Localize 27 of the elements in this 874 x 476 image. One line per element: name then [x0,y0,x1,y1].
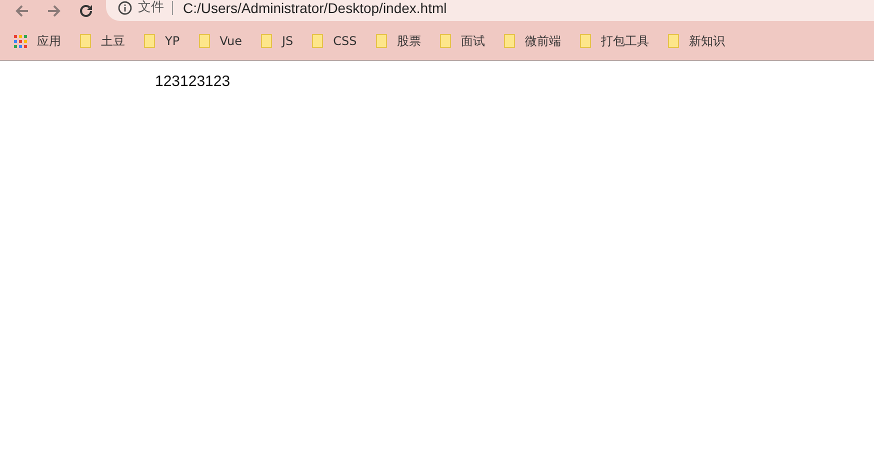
address-bar[interactable]: 文件 C:/Users/Administrator/Desktop/index.html [106,0,874,21]
bookmark-icon [260,34,272,48]
url-text: C:/Users/Administrator/Desktop/index.html [183,0,447,16]
bookmark-item[interactable]: 微前端 [504,32,561,50]
bookmark-icon [312,34,324,48]
bookmark-item[interactable]: 土豆 [80,32,125,50]
bookmark-item[interactable]: Vue [198,34,242,48]
bookmark-icon [198,34,210,48]
bookmark-item[interactable]: 面试 [440,32,485,50]
bookmark-item[interactable]: 股票 [376,32,421,50]
bookmark-item[interactable]: 新知识 [668,32,725,50]
bookmark-icon [504,34,515,48]
bookmark-icon [376,34,387,48]
bookmark-icon [80,34,91,48]
bookmark-item[interactable]: CSS [312,34,357,48]
bookmark-icon [440,34,451,48]
bookmark-item[interactable]: 应用 [14,32,61,50]
bookmark-icon [144,34,155,48]
apps-grid-icon [14,34,27,48]
info-icon [118,1,132,15]
bookmark-item[interactable]: 打包工具 [580,32,649,50]
security-label: 文件 [138,1,173,15]
bookmark-icon [580,34,591,48]
bookmark-icon [668,34,679,48]
bookmark-item[interactable]: JS [260,34,294,48]
page-text: 123123123 [155,73,230,90]
bookmark-item[interactable]: YP [144,34,180,48]
